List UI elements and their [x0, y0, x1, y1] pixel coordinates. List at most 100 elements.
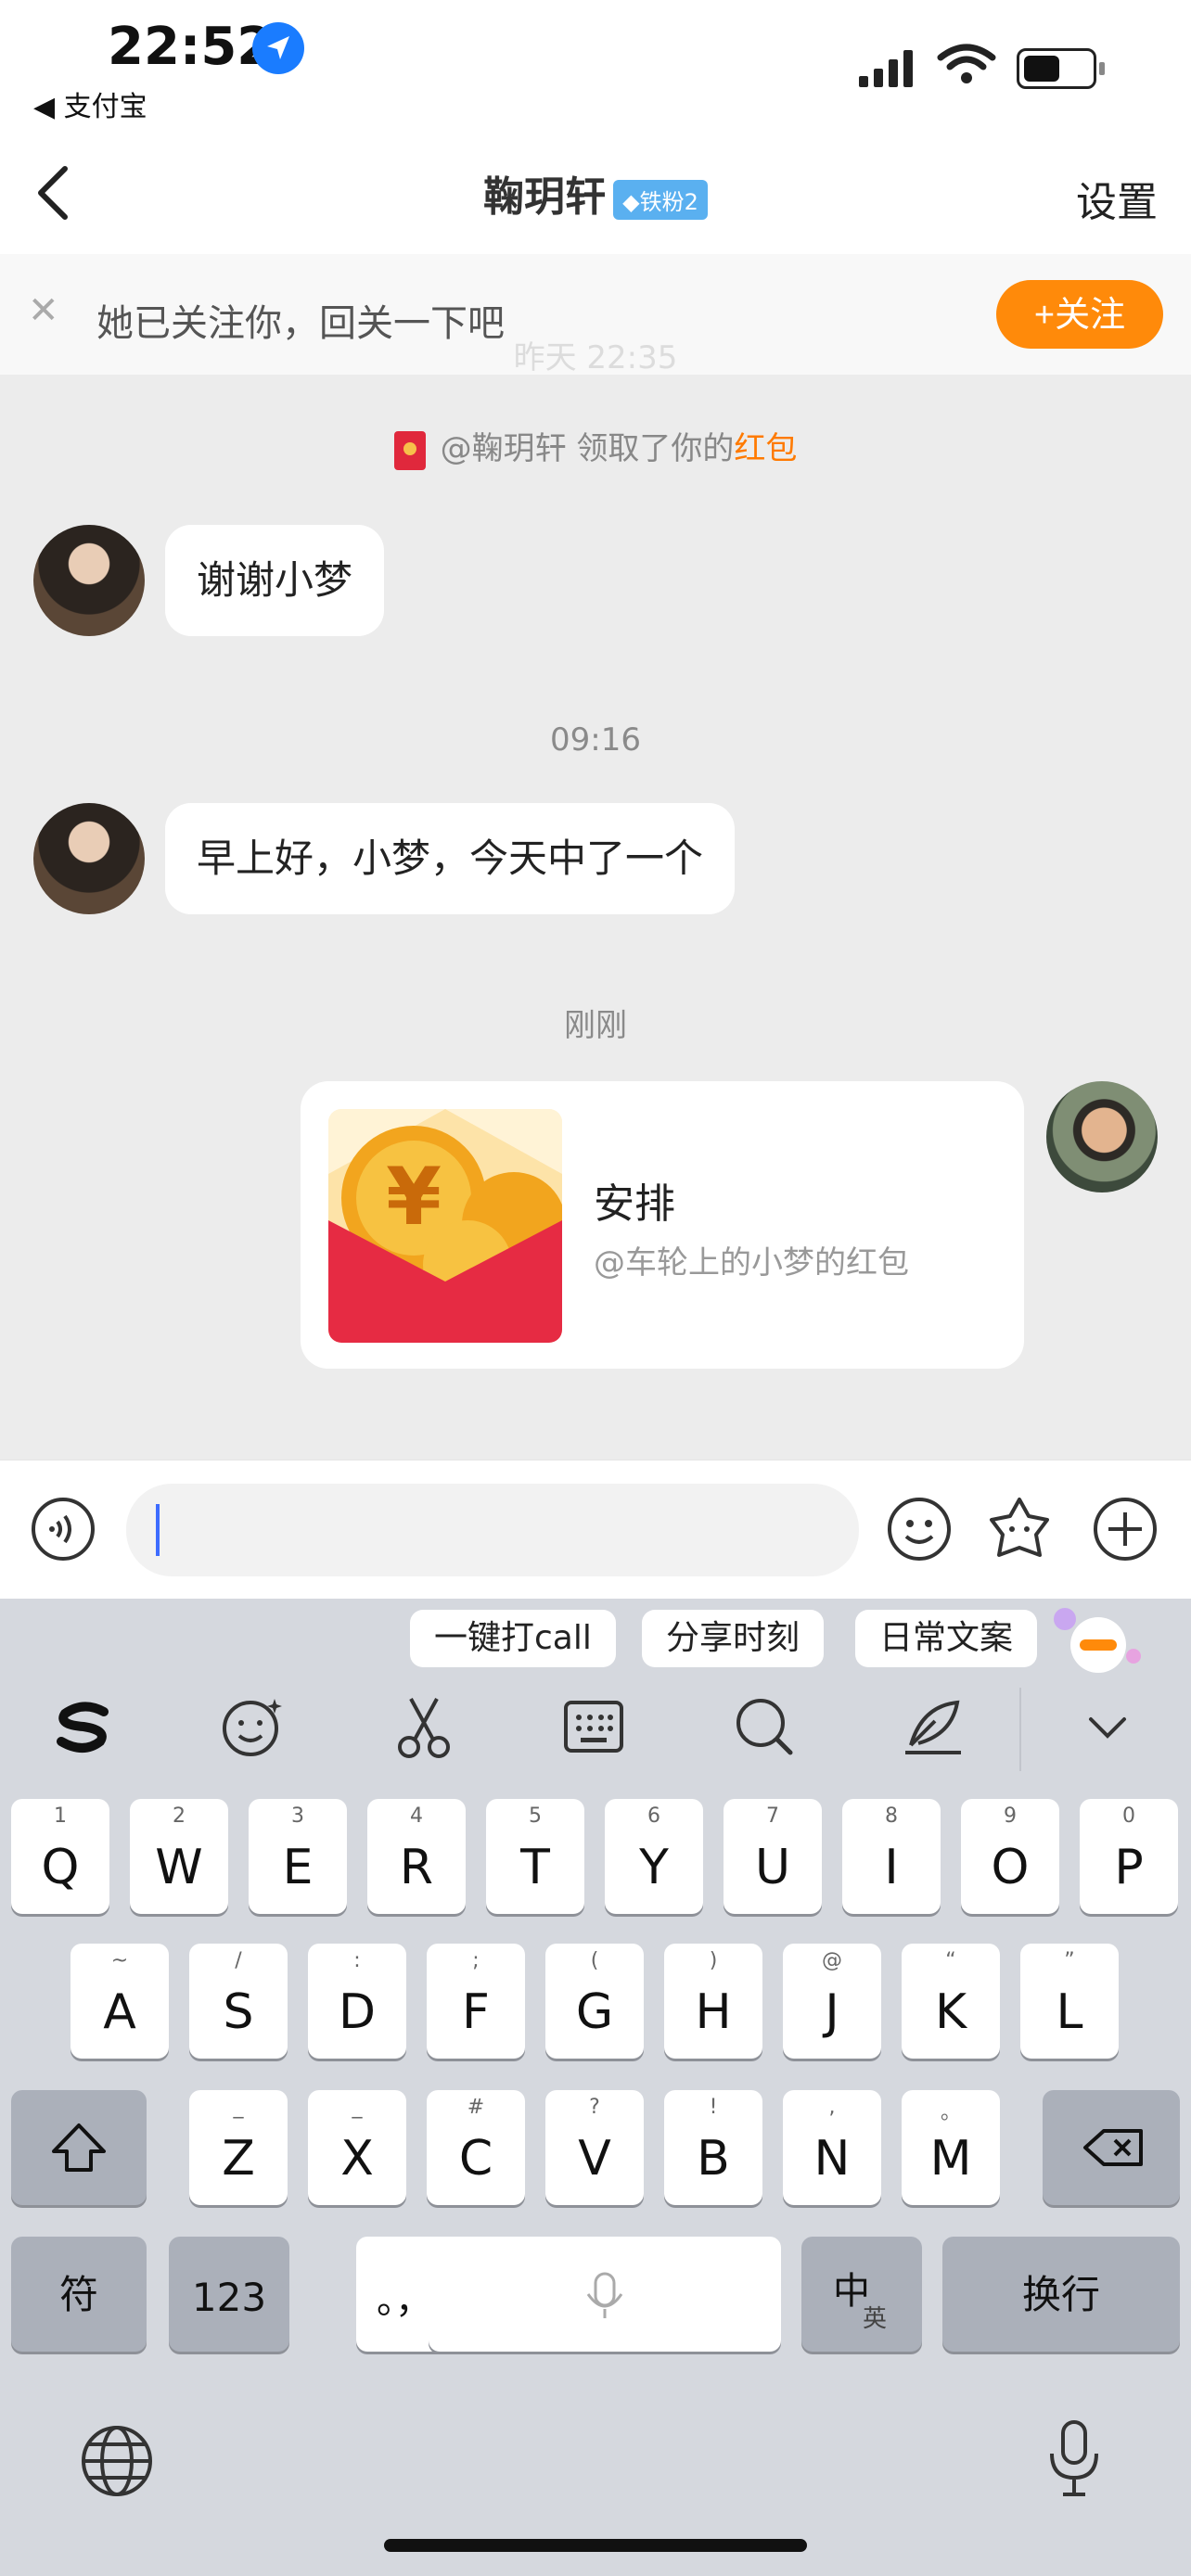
key-hint: _ — [233, 2096, 244, 2119]
key-label: Y — [639, 1840, 669, 1895]
key-hint: _ — [352, 2096, 363, 2119]
key-label: H — [695, 1984, 732, 2040]
back-to-app-link[interactable]: ◀ 支付宝 — [33, 83, 147, 124]
red-packet-title: 安排 — [594, 1180, 675, 1228]
key-hint: 。 — [940, 2101, 961, 2124]
key-c[interactable]: # C — [427, 2090, 525, 2205]
key-label: L — [1056, 1984, 1083, 2040]
key-y[interactable]: 6Y — [605, 1799, 703, 1914]
return-key[interactable]: 换行 — [942, 2237, 1180, 2352]
key-hint: # — [467, 2096, 485, 2119]
key-label: X — [340, 2131, 374, 2187]
scissors-icon[interactable] — [391, 1693, 457, 1760]
system-message: @鞠玥轩 领取了你的红包 — [0, 423, 1191, 470]
key-hint: 4 — [410, 1804, 423, 1828]
message-bubble[interactable]: 谢谢小梦 — [165, 525, 385, 636]
suggestion-chip[interactable]: 一键打call — [410, 1610, 616, 1667]
key-w[interactable]: 2W — [130, 1799, 228, 1914]
red-packet-image: ¥ — [328, 1109, 562, 1343]
keyboard-icon[interactable] — [560, 1693, 627, 1760]
key-hint: @ — [822, 1949, 842, 1972]
sticker-icon[interactable] — [986, 1496, 1053, 1562]
key-n[interactable]: ,N — [783, 2090, 881, 2205]
add-icon[interactable] — [1092, 1496, 1159, 1562]
key-f[interactable]: ; F — [427, 1944, 525, 2059]
shift-key[interactable] — [11, 2090, 147, 2205]
key-m[interactable]: 。 M — [902, 2090, 1000, 2205]
mascot-icon[interactable] — [1052, 1604, 1145, 1678]
sogou-logo-icon[interactable] — [50, 1693, 117, 1760]
key-label: M — [929, 2131, 972, 2187]
key-o[interactable]: 9O — [961, 1799, 1059, 1914]
key-p[interactable]: 0P — [1080, 1799, 1178, 1914]
home-indicator — [384, 2539, 807, 2552]
emoji-keyboard-icon[interactable] — [219, 1693, 286, 1760]
key-hint: ( — [590, 1949, 599, 1972]
suggestion-chip[interactable]: 日常文案 — [855, 1610, 1038, 1667]
key-a[interactable]: ~ A — [70, 1944, 169, 2059]
chat-timestamp: 刚刚 — [564, 1007, 627, 1044]
toolbar-divider — [1019, 1688, 1021, 1771]
language-switch-key[interactable]: 中 英 — [801, 2237, 922, 2352]
my-avatar[interactable] — [1046, 1081, 1158, 1192]
key-hint: 6 — [647, 1804, 660, 1828]
contact-avatar[interactable] — [33, 803, 145, 914]
message-bubble[interactable]: 早上好，小梦，今天中了一个 — [165, 803, 736, 914]
page-title: 鞠玥轩 ◆铁粉2 — [0, 163, 1191, 223]
key-label: D — [338, 1984, 377, 2040]
contact-avatar[interactable] — [33, 525, 145, 636]
key-i[interactable]: 8I — [842, 1799, 941, 1914]
key-z[interactable]: _ Z — [189, 2090, 288, 2205]
red-packet-link[interactable]: 红包 — [734, 430, 797, 467]
key-b[interactable]: ! B — [664, 2090, 762, 2205]
key-label: R — [399, 1840, 434, 1895]
return-key-label: 换行 — [1021, 2272, 1100, 2317]
wifi-icon — [937, 43, 996, 91]
key-hint: ” — [1064, 1949, 1075, 1972]
close-icon[interactable]: ✕ — [28, 289, 59, 332]
red-packet-icon — [393, 430, 426, 470]
key-label: I — [884, 1840, 899, 1895]
voice-icon[interactable] — [30, 1496, 96, 1562]
key-hint: : — [353, 1949, 361, 1972]
key-x[interactable]: _ X — [308, 2090, 406, 2205]
key-j[interactable]: @ J — [783, 1944, 881, 2059]
dictation-mic-icon[interactable] — [1037, 2417, 1111, 2500]
key-hint: / — [235, 1949, 242, 1972]
fan-badge: ◆铁粉2 — [613, 179, 708, 220]
globe-icon[interactable] — [80, 2424, 154, 2498]
handwriting-icon[interactable] — [900, 1693, 967, 1760]
follow-button[interactable]: +关注 — [996, 280, 1163, 349]
key-label: F — [462, 1984, 490, 2040]
search-icon[interactable] — [731, 1693, 798, 1760]
numbers-key[interactable]: 123 — [169, 2237, 289, 2352]
key-l[interactable]: ” L — [1020, 1944, 1119, 2059]
key-hint: , — [828, 2096, 836, 2119]
key-r[interactable]: 4R — [367, 1799, 466, 1914]
key-k[interactable]: “K — [902, 1944, 1000, 2059]
space-key[interactable] — [429, 2237, 781, 2352]
key-label: T — [520, 1840, 550, 1895]
key-t[interactable]: 5T — [486, 1799, 584, 1914]
settings-button[interactable]: 设置 — [1076, 169, 1158, 228]
key-d[interactable]: :D — [308, 1944, 406, 2059]
key-s[interactable]: / S — [189, 1944, 288, 2059]
collapse-keyboard-chevron-icon[interactable] — [1074, 1693, 1141, 1760]
contact-name: 鞠玥轩 — [483, 173, 607, 221]
symbols-key[interactable]: 符 — [11, 2237, 147, 2352]
key-g[interactable]: (G — [545, 1944, 644, 2059]
message-input[interactable] — [126, 1484, 859, 1576]
key-hint: 0 — [1122, 1804, 1135, 1828]
suggestion-chip[interactable]: 分享时刻 — [642, 1610, 825, 1667]
key-h[interactable]: ) H — [664, 1944, 762, 2059]
location-icon — [252, 22, 304, 74]
key-v[interactable]: ? V — [545, 2090, 644, 2205]
emoji-icon[interactable] — [886, 1496, 953, 1562]
delete-key[interactable] — [1043, 2090, 1180, 2205]
key-label: A — [103, 1984, 136, 2040]
key-q[interactable]: 1Q — [11, 1799, 109, 1914]
key-u[interactable]: 7U — [724, 1799, 822, 1914]
key-e[interactable]: 3E — [249, 1799, 347, 1914]
numbers-key-label: 123 — [191, 2275, 267, 2320]
key-label: G — [575, 1984, 614, 2040]
